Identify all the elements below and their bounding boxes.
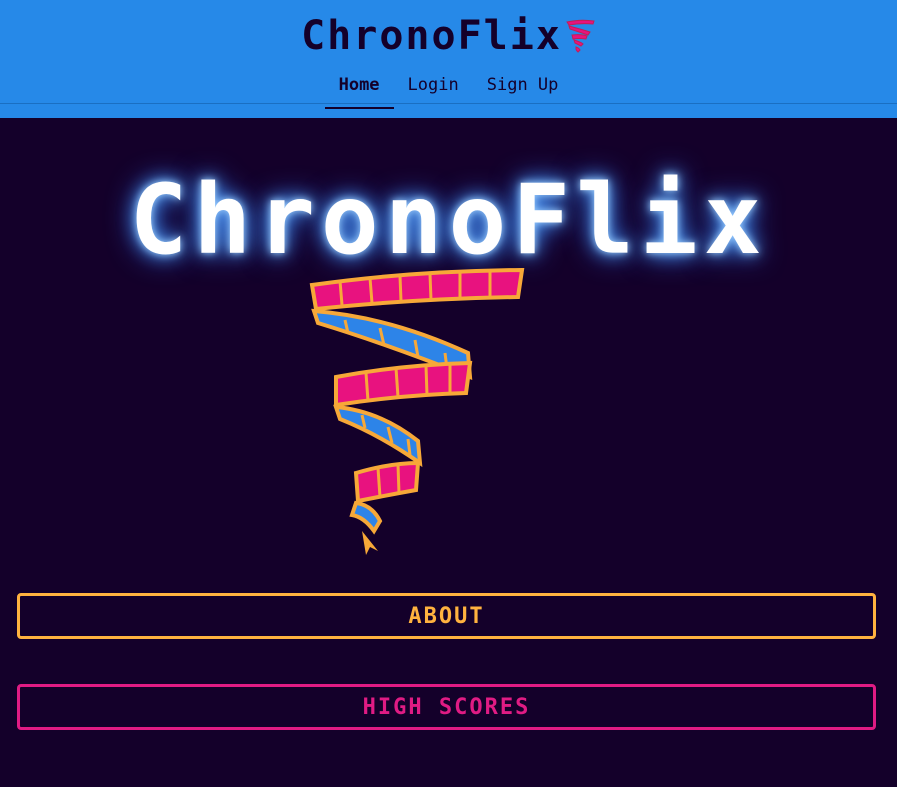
- hero-title: ChronoFlix: [129, 164, 768, 276]
- nav-login[interactable]: Login: [394, 66, 473, 107]
- top-header: ChronoFlix Home Login Sign Up: [0, 0, 897, 118]
- film-reel-tornado-icon: [309, 267, 525, 555]
- main-nav: Home Login Sign Up: [0, 66, 897, 109]
- nav-divider: [0, 103, 897, 104]
- nav-sign-up[interactable]: Sign Up: [473, 66, 573, 107]
- brand-title: ChronoFlix: [301, 13, 562, 59]
- brand[interactable]: ChronoFlix: [0, 10, 897, 62]
- about-button[interactable]: ABOUT: [17, 593, 876, 639]
- film-reel-tornado-icon: [566, 19, 595, 53]
- high-scores-button[interactable]: HIGH SCORES: [17, 684, 876, 730]
